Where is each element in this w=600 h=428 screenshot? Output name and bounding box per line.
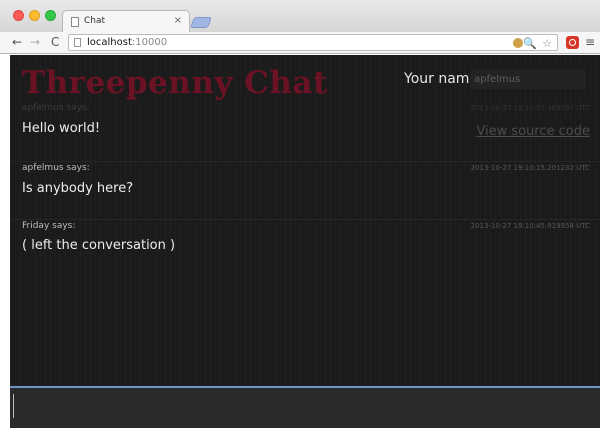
new-tab-button[interactable] [189,17,213,28]
cookie-icon[interactable] [513,38,523,48]
message-sender: apfelmus says: [22,103,90,113]
message-timestamp: 2013-10-27 19:10:45.919958 UTC [470,222,590,230]
reload-icon[interactable]: C [51,35,59,49]
url-host: localhost [87,37,132,48]
browser-menu-icon[interactable]: ≡ [585,35,595,49]
page-icon [71,17,79,27]
page-title: Threepenny Chat [22,65,328,101]
message-timestamp: 2013-10-27 19:10:15.201232 UTC [470,164,590,172]
maximize-window-icon[interactable] [45,10,56,21]
tab-title: Chat [84,16,106,26]
forward-icon[interactable]: → [30,35,40,49]
view-source-link[interactable]: View source code [476,124,590,139]
page-icon [74,38,81,47]
message-divider [10,219,600,220]
message-body: Is anybody here? [22,181,134,196]
name-label: Your name [404,71,479,87]
adblock-extension-icon[interactable] [566,36,579,49]
browser-tab[interactable]: Chat × [62,10,190,32]
chat-page: Threepenny Chat Your name View source co… [10,55,600,428]
name-input[interactable] [470,70,586,89]
message-body: Hello world! [22,121,101,136]
back-icon[interactable]: ← [12,35,22,49]
message-body: ( left the conversation ) [22,238,176,253]
close-window-icon[interactable] [13,10,24,21]
message-timestamp: 2013-10-27 19:10:03.469797 UTC [470,104,590,112]
tab-close-icon[interactable]: × [174,15,182,26]
message-sender: Friday says: [22,221,76,231]
zoom-icon[interactable]: 🔍 [523,37,537,50]
browser-toolbar: ← → C localhost:10000 🔍 ☆ ≡ [0,32,600,54]
bookmark-star-icon[interactable]: ☆ [542,37,552,50]
message-sender: apfelmus says: [22,163,90,173]
address-bar[interactable]: localhost:10000 🔍 ☆ [68,34,558,51]
url-port: :10000 [131,37,168,48]
browser-tabstrip: Chat × [0,0,600,32]
message-divider [10,161,600,162]
url-text: localhost:10000 [87,37,167,48]
minimize-window-icon[interactable] [29,10,40,21]
text-caret [13,394,14,418]
message-input[interactable] [10,386,600,428]
